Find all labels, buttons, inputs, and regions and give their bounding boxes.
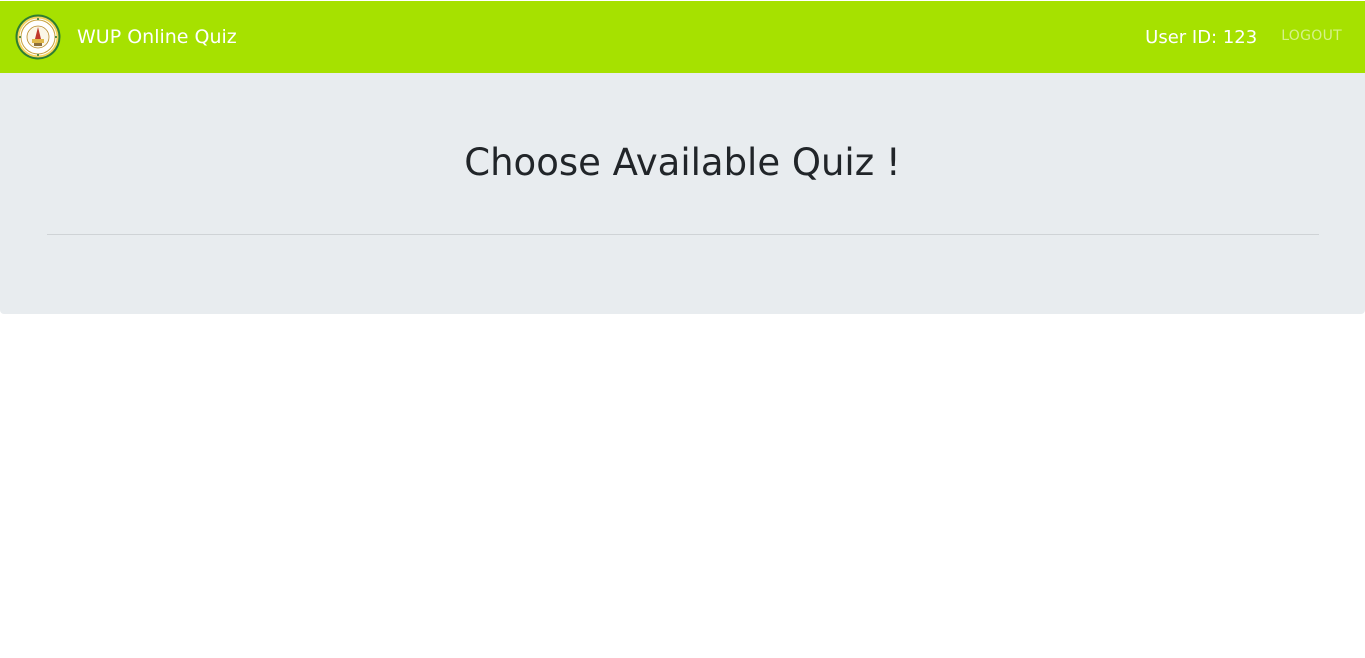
university-seal-icon <box>15 14 61 60</box>
brand-title: WUP Online Quiz <box>77 26 237 48</box>
page-title: Choose Available Quiz ! <box>464 141 901 184</box>
quiz-selection-panel: Choose Available Quiz ! <box>0 73 1365 314</box>
divider <box>47 234 1319 235</box>
navbar-right: User ID: 123 LOGOUT <box>1145 27 1342 48</box>
logout-link[interactable]: LOGOUT <box>1281 28 1342 44</box>
brand-link[interactable]: WUP Online Quiz <box>15 14 237 60</box>
user-id-label: User ID: 123 <box>1145 26 1258 48</box>
top-navbar: WUP Online Quiz User ID: 123 LOGOUT <box>0 1 1365 73</box>
